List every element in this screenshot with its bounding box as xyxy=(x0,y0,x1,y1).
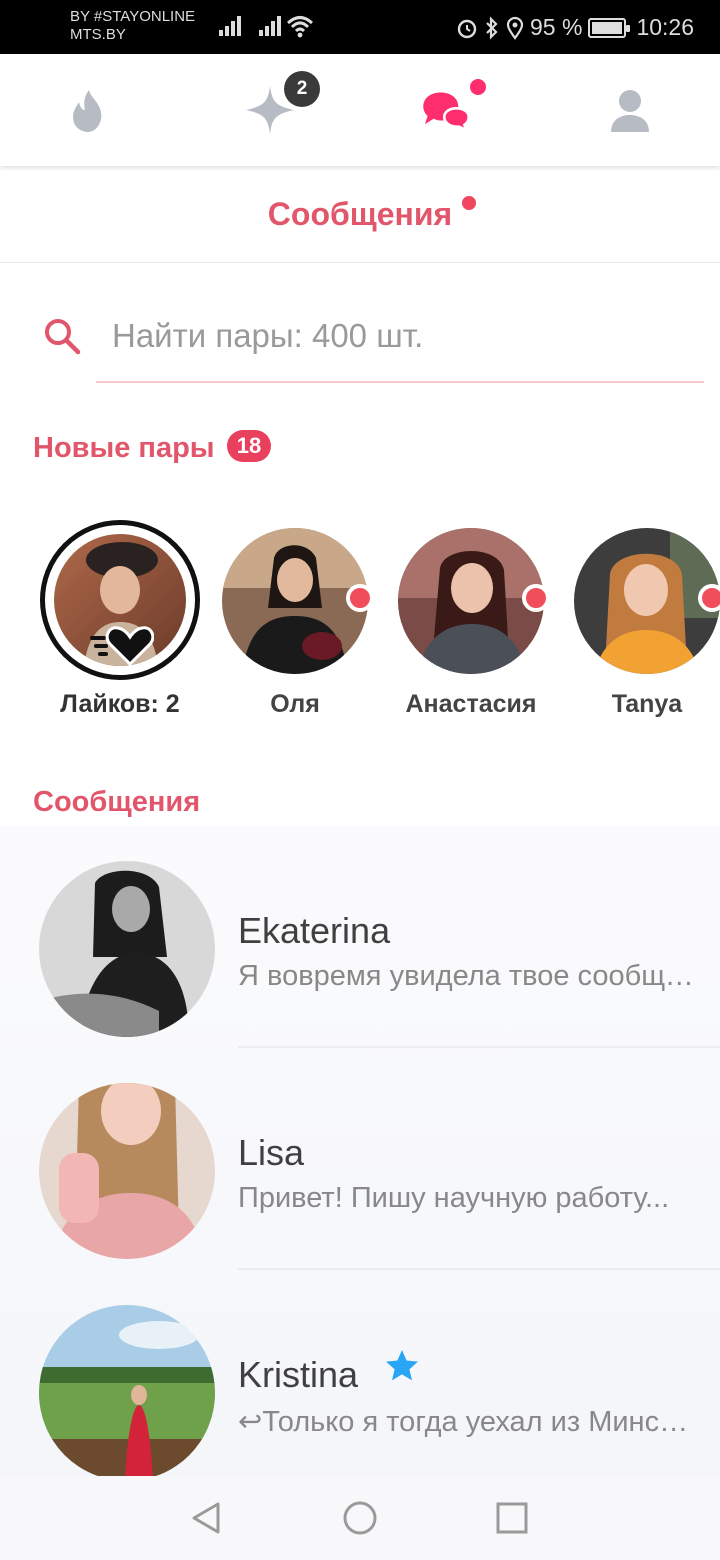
search-icon xyxy=(45,319,81,355)
new-matches-heading: Новые пары xyxy=(33,432,215,464)
match-item[interactable]: Анастасия xyxy=(398,528,550,718)
match-item[interactable]: Tanya xyxy=(574,528,720,718)
top-nav: 2 xyxy=(0,54,720,166)
message-row[interactable]: Ekaterina Я вовремя увидела твое сообщен… xyxy=(0,826,720,1048)
profile-icon[interactable] xyxy=(602,82,658,138)
message-sender-name: Ekaterina xyxy=(238,910,391,951)
chat-icon[interactable] xyxy=(418,82,474,138)
system-nav-bar xyxy=(0,1476,720,1560)
likes-heart-icon xyxy=(90,626,154,666)
messages-list: Ekaterina Я вовремя увидела твое сообщен… xyxy=(0,826,720,1481)
wifi-icon xyxy=(286,16,314,38)
message-preview: Привет! Пишу научную работу... xyxy=(238,1182,670,1214)
carrier-line-2: MTS.BY xyxy=(70,26,126,43)
page-title[interactable]: Сообщения xyxy=(0,196,720,233)
match-name: Tanya xyxy=(611,690,683,718)
signal-icon-2 xyxy=(259,16,281,36)
flame-icon[interactable] xyxy=(61,82,117,138)
section-header: Сообщения xyxy=(0,166,720,263)
home-icon[interactable] xyxy=(342,1500,378,1536)
carrier: BY #STAYONLINE MTS.BY xyxy=(70,8,195,44)
online-dot xyxy=(346,584,374,612)
title-notification-dot xyxy=(462,196,476,210)
message-preview: Я вовремя увидела твое сообщение... xyxy=(238,960,698,992)
match-name: Анастасия xyxy=(405,690,537,718)
sparkle-badge: 2 xyxy=(284,71,320,107)
alarm-icon xyxy=(457,19,477,38)
message-preview: ↩Только я тогда уехал из Минска... xyxy=(238,1406,698,1438)
clock: 10:26 xyxy=(636,14,694,40)
location-icon xyxy=(506,16,524,40)
new-matches-count-badge: 18 xyxy=(227,430,271,462)
battery-percent: 95 % xyxy=(530,14,583,40)
message-row[interactable]: Lisa Привет! Пишу научную работу... xyxy=(0,1048,720,1270)
message-sender-name: Lisa xyxy=(238,1132,305,1173)
bluetooth-icon xyxy=(486,15,498,40)
chat-notification-dot xyxy=(470,79,486,95)
star-icon xyxy=(386,1350,418,1381)
signal-icon xyxy=(219,16,241,36)
message-row[interactable]: Kristina ↩Только я тогда уехал из Минска… xyxy=(0,1270,720,1492)
search-input[interactable] xyxy=(112,310,692,362)
carrier-line-1: BY #STAYONLINE xyxy=(70,8,196,25)
status-bar: BY #STAYONLINE MTS.BY 95 % 10:26 xyxy=(0,0,720,54)
message-avatar xyxy=(39,861,215,1037)
match-name: Оля xyxy=(270,690,320,718)
search-underline xyxy=(96,381,704,383)
message-sender-name: Kristina xyxy=(238,1354,359,1395)
message-avatar xyxy=(39,1083,215,1259)
likes-label: Лайков: 2 xyxy=(60,690,180,718)
match-item[interactable]: Оля xyxy=(222,528,374,718)
battery-icon xyxy=(588,17,631,38)
online-dot xyxy=(698,584,720,612)
message-avatar xyxy=(39,1305,215,1481)
online-dot xyxy=(522,584,550,612)
status-right: 95 % 10:26 xyxy=(456,14,694,41)
messages-heading: Сообщения xyxy=(33,786,201,818)
recents-icon[interactable] xyxy=(494,1500,530,1536)
back-icon[interactable] xyxy=(188,1500,224,1536)
